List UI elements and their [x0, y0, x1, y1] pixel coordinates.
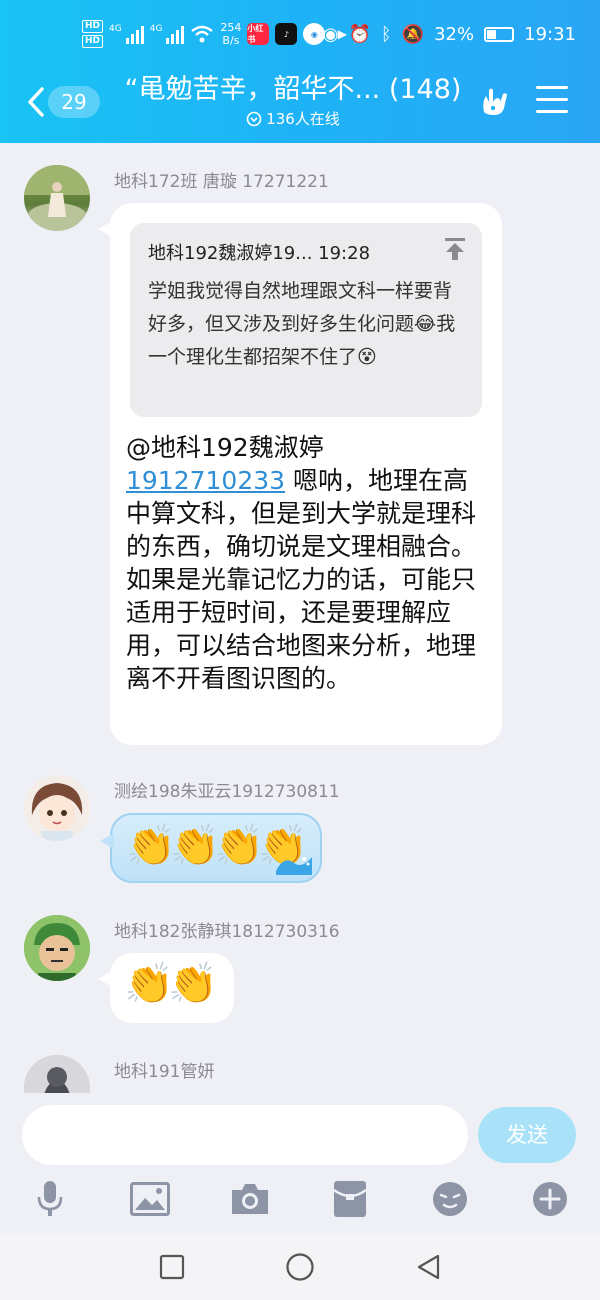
red-packet-button[interactable]	[328, 1177, 372, 1221]
chat-header: HD HD 4G 4G 254 B/s 小红书 ♪ ◉ ▶ ◉ ⏰ ᛒ 🔕 32…	[0, 0, 600, 143]
pin-icon[interactable]	[444, 237, 466, 261]
mention-number-link[interactable]: 1912710233	[126, 466, 285, 495]
menu-button[interactable]	[536, 86, 568, 116]
menu-icon	[536, 86, 568, 89]
send-button[interactable]: 发送	[478, 1107, 576, 1163]
microphone-icon	[37, 1181, 63, 1216]
system-back-button[interactable]	[412, 1251, 444, 1283]
hd-indicators: HD HD	[82, 20, 104, 48]
avatar[interactable]	[24, 1055, 90, 1093]
tiktok-icon: ♪	[275, 23, 298, 45]
avatar-image	[31, 783, 83, 841]
voice-button[interactable]	[28, 1177, 72, 1221]
bluetooth-icon: ᛒ	[380, 24, 392, 45]
system-navigation-bar	[0, 1233, 600, 1300]
message-list[interactable]: 地科172班 唐璇 17271221 地科192魏淑婷19... 19:28 学…	[0, 143, 600, 1093]
recent-apps-button[interactable]	[156, 1251, 188, 1283]
clapping-emoji: 👏	[168, 961, 218, 1007]
message-bubble[interactable]: 👏 👏 👏 👏	[100, 813, 322, 883]
xiaohongshu-icon: 小红书	[247, 23, 270, 45]
eye-icon: ◉	[322, 24, 339, 45]
unread-count-badge: 29	[48, 86, 100, 118]
back-button[interactable]: 29	[22, 82, 102, 122]
battery-icon	[484, 27, 515, 42]
back-chevron-icon	[28, 87, 44, 117]
title-block[interactable]: “黾勉苦辛，韶华不... (148) 136人在线	[118, 72, 468, 131]
net-speed: 254 B/s	[220, 21, 241, 47]
avatar[interactable]	[24, 775, 90, 841]
net-speed-value: 254	[220, 21, 242, 34]
signal-label-1: 4G	[109, 24, 122, 34]
plus-icon	[533, 1182, 567, 1216]
hd-indicator-1: HD	[82, 20, 104, 33]
image-button[interactable]	[128, 1177, 172, 1221]
wifi-icon	[191, 25, 214, 43]
square-icon	[159, 1254, 185, 1280]
quote-text: 学姐我觉得自然地理跟文科一样要背好多，但又涉及到好多生化问题😂我一个理化生都招架…	[148, 280, 456, 368]
alarm-icon: ⏰	[348, 24, 371, 45]
avatar-image	[24, 165, 90, 231]
signal-icon-1: 4G	[109, 24, 144, 44]
camera-button[interactable]	[228, 1177, 272, 1221]
quote-header: 地科192魏淑婷19... 19:28	[148, 243, 371, 264]
red-packet-icon	[333, 1181, 367, 1217]
clapping-emoji: 👏	[214, 823, 264, 869]
quoted-message[interactable]: 地科192魏淑婷19... 19:28 学姐我觉得自然地理跟文科一样要背好多，但…	[130, 223, 482, 417]
home-button[interactable]	[284, 1251, 316, 1283]
message-input[interactable]	[22, 1105, 468, 1165]
signal-label-2: 4G	[149, 24, 163, 34]
toolbar	[0, 1177, 600, 1221]
camera-icon	[232, 1184, 268, 1214]
mute-icon: 🔕	[401, 24, 425, 45]
message-text: @地科192魏淑婷 1912710233 嗯呐，地理在高中算文科，但是到大学就是理…	[126, 431, 486, 695]
hd-indicator-2: HD	[82, 35, 104, 48]
online-status: 136人在线	[246, 108, 340, 130]
image-icon	[130, 1182, 170, 1216]
status-left: HD HD 4G 4G 254 B/s 小红书 ♪ ◉ ▶	[82, 20, 353, 48]
online-count: 136人在线	[266, 110, 340, 128]
nav-bar: 29 “黾勉苦辛，韶华不... (148) 136人在线	[0, 68, 600, 138]
net-speed-unit: B/s	[222, 34, 240, 47]
hand-gesture-icon	[483, 88, 507, 115]
mention[interactable]: @地科192魏淑婷	[126, 433, 324, 462]
sender-name[interactable]: 地科172班 唐璇 17271221	[114, 167, 329, 192]
clapping-emoji: 👏	[126, 823, 176, 869]
hand-gesture-button[interactable]	[476, 82, 514, 120]
sender-name[interactable]: 地科191管妍	[114, 1057, 214, 1082]
signal-icon-2: 4G	[150, 24, 185, 44]
message-bubble[interactable]: 👏 👏	[98, 953, 234, 1023]
triangle-back-icon	[417, 1254, 440, 1280]
battery-percent: 32%	[434, 24, 475, 45]
clock: 19:31	[524, 24, 576, 45]
status-right: ◉ ⏰ ᛒ 🔕 32% 19:31	[323, 24, 576, 45]
circle-icon	[286, 1253, 314, 1281]
clapping-emoji: 👏	[170, 823, 220, 869]
input-bar: 发送	[0, 1093, 600, 1233]
message-bubble[interactable]: 地科192魏淑婷19... 19:28 学姐我觉得自然地理跟文科一样要背好多，但…	[98, 203, 502, 745]
online-icon	[246, 111, 262, 127]
avatar-image	[24, 915, 90, 981]
group-title: “黾勉苦辛，韶华不... (148)	[124, 74, 462, 105]
sender-name[interactable]: 地科182张静琪1812730316	[114, 917, 340, 942]
emoji-button[interactable]	[428, 1177, 472, 1221]
avatar[interactable]	[24, 165, 90, 231]
message-body: 嗯呐，地理在高中算文科，但是到大学就是理科的东西，确切说是文理相融合。如果是光靠…	[126, 466, 477, 693]
status-bar: HD HD 4G 4G 254 B/s 小红书 ♪ ◉ ▶ ◉ ⏰ ᛒ 🔕 32…	[0, 16, 600, 60]
sender-name[interactable]: 测绘198朱亚云1912730811	[114, 777, 340, 802]
clapping-emoji: 👏	[124, 961, 174, 1007]
wave-decoration-icon	[276, 857, 312, 875]
avatar[interactable]	[24, 915, 90, 981]
avatar-image	[24, 1055, 90, 1093]
more-button[interactable]	[528, 1177, 572, 1221]
emoji-icon	[433, 1182, 467, 1216]
